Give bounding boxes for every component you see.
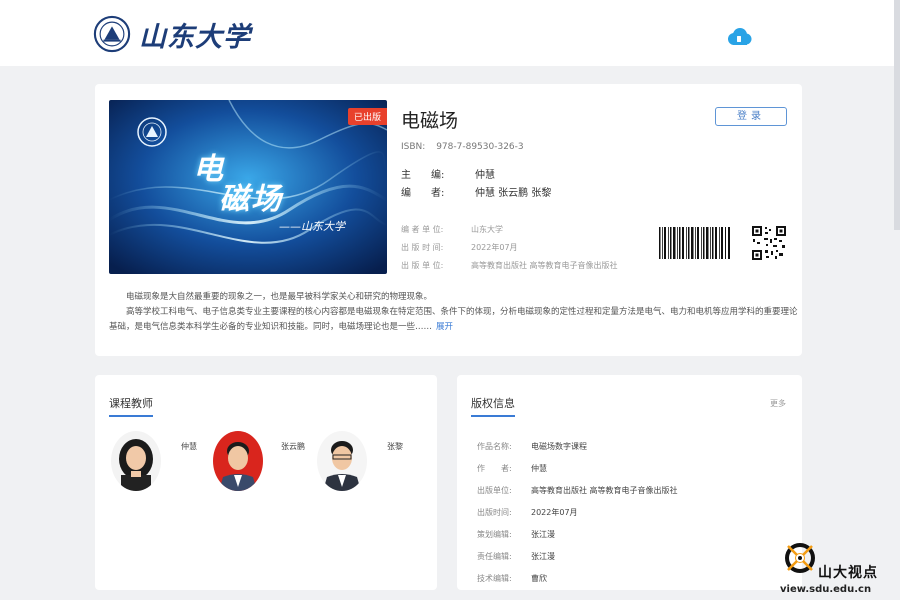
copyright-row: 作 者: 仲慧: [477, 464, 547, 473]
org-row: 编 者 单 位: 山东大学: [401, 225, 503, 234]
qr-code-icon[interactable]: [751, 225, 787, 261]
publisher-value: 高等教育出版社 高等教育电子音像出版社: [471, 261, 618, 270]
scrollbar[interactable]: [894, 0, 900, 230]
expand-link[interactable]: 展开: [436, 322, 453, 332]
isbn: ISBN: 978-7-89530-326-3: [401, 142, 524, 152]
copyright-row: 技术编辑: 曹欣: [477, 574, 547, 583]
cloud-icon[interactable]: [725, 26, 753, 48]
teacher-avatar-2: [213, 431, 263, 491]
description-paragraph-1: 电磁现象是大自然最重要的现象之一，也是最早被科学家关心和研究的物理现象。: [126, 292, 433, 302]
chief-editor-value: 仲慧: [475, 170, 495, 181]
copyright-row: 作品名称: 电磁场数字课程: [477, 442, 587, 451]
copyright-row: 策划编辑: 张江漫: [477, 530, 555, 539]
copyright-row: 出版时间: 2022年07月: [477, 508, 578, 517]
authors-row: 编 者: 仲慧 张云鹏 张黎: [401, 184, 551, 199]
login-button[interactable]: 登录: [715, 107, 787, 126]
book-description: 电磁现象是大自然最重要的现象之一，也是最早被科学家关心和研究的物理现象。 高等学…: [109, 290, 799, 335]
copyright-row: 出版单位: 高等教育出版社 高等教育电子音像出版社: [477, 486, 678, 495]
pub-date-value: 2022年07月: [471, 243, 518, 252]
course-teachers-card: 课程教师 仲慧 张云鹏 张黎: [95, 375, 437, 590]
university-logo[interactable]: 山东大学: [93, 12, 251, 56]
teachers-section-title: 课程教师: [109, 397, 153, 417]
book-title: 电磁场: [401, 110, 459, 132]
teacher-name: 仲慧: [181, 442, 197, 451]
isbn-value: 978-7-89530-326-3: [436, 142, 524, 152]
top-bar: 山东大学: [0, 0, 900, 66]
cover-subtitle: ——山东大学: [279, 220, 345, 233]
watermark-url: view.sdu.edu.cn: [780, 584, 872, 595]
copyright-section-title: 版权信息: [471, 397, 515, 417]
barcode-icon: [657, 222, 733, 266]
org-value: 山东大学: [471, 225, 503, 234]
teacher-avatar-3: [317, 431, 367, 491]
published-badge: 已出版: [347, 108, 387, 125]
sdu-view-logo-icon: [785, 543, 815, 573]
teacher-name: 张黎: [387, 442, 403, 451]
more-link[interactable]: 更多: [770, 398, 786, 409]
pub-date-row: 出 版 时 间: 2022年07月: [401, 243, 518, 252]
copyright-row: 责任编辑: 张江漫: [477, 552, 555, 561]
book-cover: 已出版 电 磁场 ——山东大学: [109, 100, 387, 274]
description-paragraph-2: 高等学校工科电气、电子信息类专业主要课程的核心内容都是电磁现象在特定范围、条件下…: [109, 307, 798, 332]
logo-text: 山东大学: [139, 21, 251, 53]
authors-value: 仲慧 张云鹏 张黎: [475, 188, 552, 199]
cover-title-2: 磁场: [219, 182, 283, 217]
book-info-card: 已出版 电 磁场 ——山东大学 电磁场 登录 ISBN: 978-7-89530…: [95, 84, 802, 356]
teacher-avatar-1: [111, 431, 161, 491]
publisher-row: 出 版 单 位: 高等教育出版社 高等教育电子音像出版社: [401, 261, 618, 270]
site-watermark: 山大视点 view.sdu.edu.cn: [780, 536, 900, 600]
chief-editor-row: 主 编: 仲慧: [401, 166, 495, 181]
watermark-text: 山大视点: [818, 565, 878, 581]
teacher-name: 张云鹏: [281, 442, 305, 451]
university-seal-icon: [93, 15, 131, 53]
copyright-info-card: 版权信息 更多 作品名称: 电磁场数字课程 作 者: 仲慧 出版单位: 高等教育…: [457, 375, 802, 590]
